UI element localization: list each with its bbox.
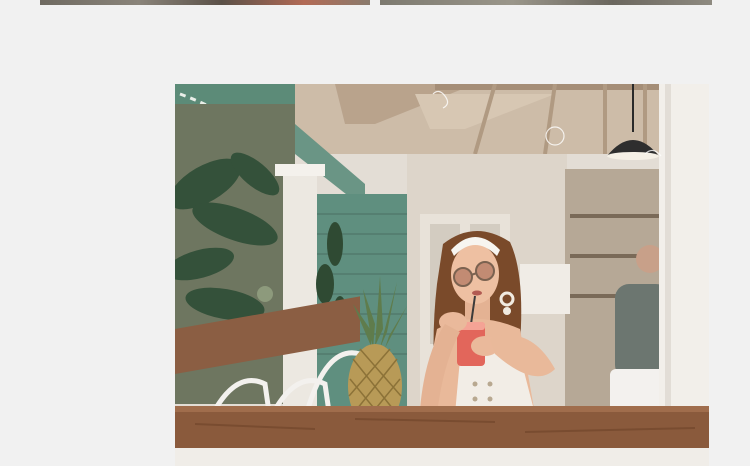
top-right-thumbnail[interactable] bbox=[380, 0, 712, 5]
top-left-thumbnail[interactable] bbox=[40, 0, 370, 5]
page bbox=[0, 0, 750, 466]
photo-illustration bbox=[175, 84, 709, 466]
main-photo[interactable] bbox=[175, 84, 709, 466]
